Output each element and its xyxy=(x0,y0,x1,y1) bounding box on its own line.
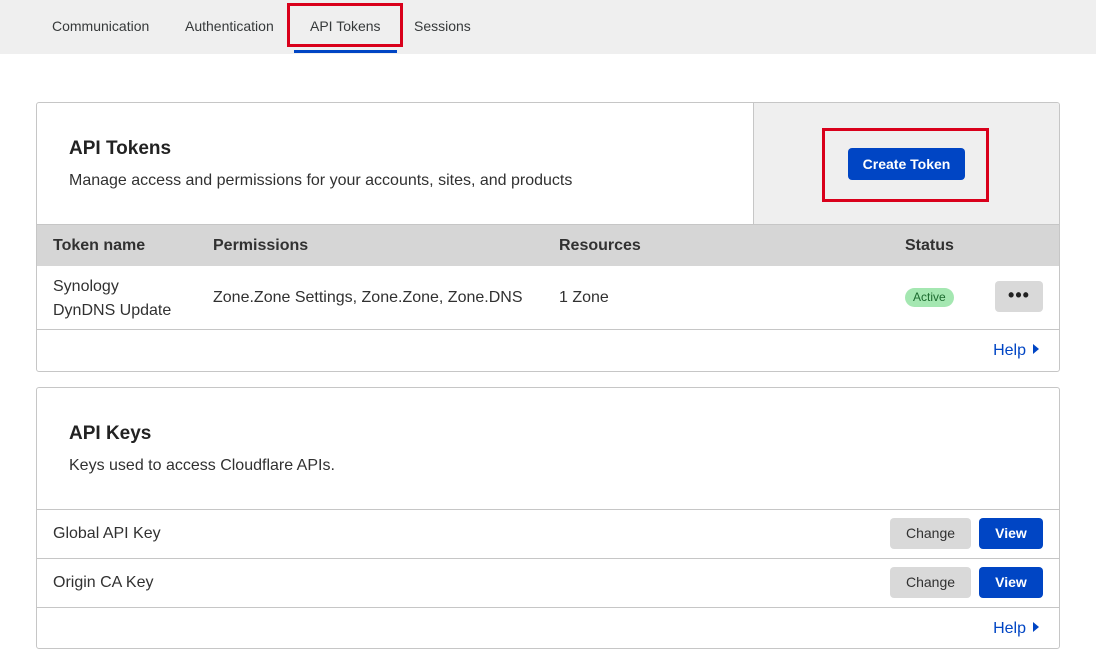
api-tokens-actions: Create Token xyxy=(754,103,1059,224)
tab-authentication[interactable]: Authentication xyxy=(185,0,274,50)
view-button[interactable]: View xyxy=(979,518,1043,549)
column-token-name: Token name xyxy=(53,237,146,254)
api-tokens-description: Manage access and permissions for your a… xyxy=(69,172,573,189)
more-options-button[interactable]: ••• xyxy=(995,281,1043,312)
help-link-label: Help xyxy=(993,342,1026,359)
token-resources: 1 Zone xyxy=(559,289,609,306)
api-keys-footer: Help xyxy=(37,607,1059,648)
active-tab-indicator xyxy=(294,50,397,53)
caret-right-icon xyxy=(1033,622,1039,632)
key-label: Global API Key xyxy=(53,525,161,542)
table-row: Synology DynDNS Update Zone.Zone Setting… xyxy=(37,265,1059,330)
api-keys-description: Keys used to access Cloudflare APIs. xyxy=(69,457,335,474)
api-tokens-header: API Tokens Manage access and permissions… xyxy=(37,103,754,224)
api-tokens-title: API Tokens xyxy=(69,138,172,159)
help-link-label: Help xyxy=(993,620,1026,637)
api-keys-title: API Keys xyxy=(69,423,152,444)
caret-right-icon xyxy=(1033,344,1039,354)
view-button[interactable]: View xyxy=(979,567,1043,598)
help-link[interactable]: Help xyxy=(993,342,1039,360)
change-button[interactable]: Change xyxy=(890,518,971,549)
column-resources: Resources xyxy=(559,237,641,254)
tab-sessions[interactable]: Sessions xyxy=(414,0,471,50)
tab-bar: Communication Authentication API Tokens … xyxy=(0,0,1096,54)
help-link[interactable]: Help xyxy=(993,620,1039,638)
key-label: Origin CA Key xyxy=(53,574,154,591)
api-tokens-card: API Tokens Manage access and permissions… xyxy=(36,102,1060,372)
tab-communication[interactable]: Communication xyxy=(52,0,149,50)
highlight-box-api-tokens-tab xyxy=(287,3,403,47)
list-item: Origin CA Key Change View xyxy=(37,558,1059,607)
list-item: Global API Key Change View xyxy=(37,509,1059,558)
column-status: Status xyxy=(905,237,954,254)
more-options-icon: ••• xyxy=(1008,285,1030,305)
api-keys-card: API Keys Keys used to access Cloudflare … xyxy=(36,387,1060,649)
change-button[interactable]: Change xyxy=(890,567,971,598)
tokens-table-header: Token name Permissions Resources Status xyxy=(37,224,1059,266)
token-name-line1: Synology xyxy=(53,278,119,295)
highlight-box-create-token xyxy=(822,128,989,202)
column-permissions: Permissions xyxy=(213,237,309,254)
token-permissions: Zone.Zone Settings, Zone.Zone, Zone.DNS xyxy=(213,289,523,306)
token-name-line2: DynDNS Update xyxy=(53,302,172,319)
token-name: Synology DynDNS Update xyxy=(53,275,203,323)
status-badge: Active xyxy=(905,288,954,307)
